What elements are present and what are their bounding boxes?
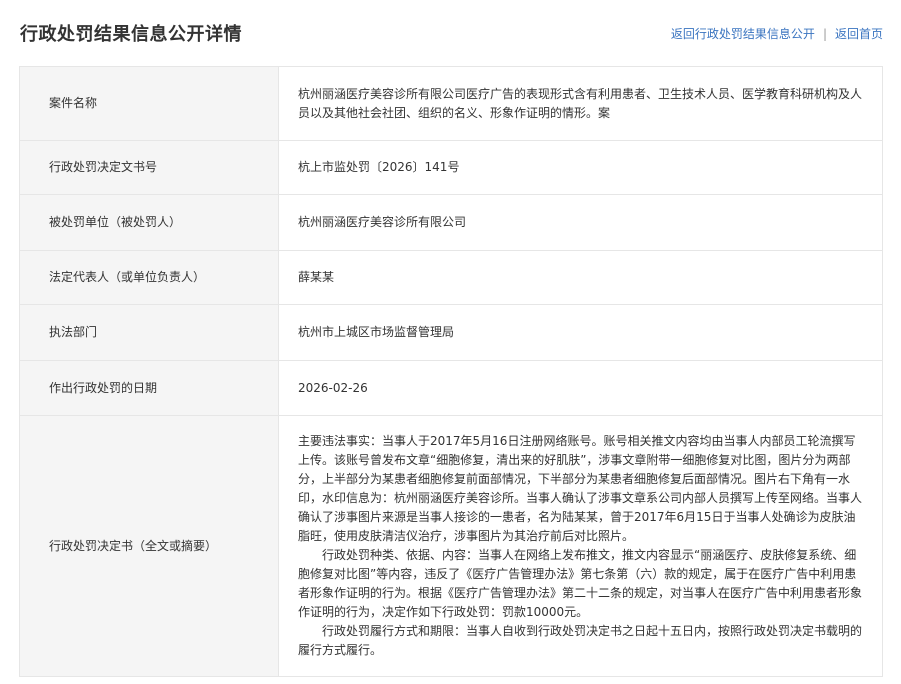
party-value: 杭州丽涵医疗美容诊所有限公司 (278, 194, 883, 251)
decision-text-value: 主要违法事实：当事人于2017年5月16日注册网络账号。账号相关推文内容均由当事… (278, 415, 883, 677)
decision-execution-paragraph: 行政处罚履行方式和期限：当事人自收到行政处罚决定书之日起十五日内，按照行政处罚决… (298, 624, 863, 657)
header-links: 返回行政处罚结果信息公开 | 返回首页 (671, 25, 883, 42)
back-home-link[interactable]: 返回首页 (835, 25, 883, 42)
decision-no-label: 行政处罚决定文书号 (19, 140, 279, 195)
decision-text-label: 行政处罚决定书（全文或摘要） (19, 415, 279, 677)
table-row-legal-rep: 法定代表人（或单位负责人） 薛某某 (19, 250, 883, 305)
page-header: 行政处罚结果信息公开详情 返回行政处罚结果信息公开 | 返回首页 (0, 0, 901, 66)
table-row-party: 被处罚单位（被处罚人） 杭州丽涵医疗美容诊所有限公司 (19, 194, 883, 251)
link-separator: | (822, 26, 827, 41)
decision-facts-paragraph: 主要违法事实：当事人于2017年5月16日注册网络账号。账号相关推文内容均由当事… (298, 434, 863, 543)
case-name-value: 杭州丽涵医疗美容诊所有限公司医疗广告的表现形式含有利用患者、卫生技术人员、医学教… (278, 66, 883, 141)
table-row-decision-no: 行政处罚决定文书号 杭上市监处罚〔2026〕141号 (19, 140, 883, 195)
party-label: 被处罚单位（被处罚人） (19, 194, 279, 251)
legal-rep-label: 法定代表人（或单位负责人） (19, 250, 279, 305)
penalty-info-table: 案件名称 杭州丽涵医疗美容诊所有限公司医疗广告的表现形式含有利用患者、卫生技术人… (19, 66, 883, 677)
department-value: 杭州市上城区市场监督管理局 (278, 304, 883, 361)
decision-date-label: 作出行政处罚的日期 (19, 360, 279, 416)
back-to-list-link[interactable]: 返回行政处罚结果信息公开 (671, 25, 815, 42)
decision-basis-paragraph: 行政处罚种类、依据、内容：当事人在网络上发布推文，推文内容显示“丽涵医疗、皮肤修… (298, 548, 863, 619)
department-label: 执法部门 (19, 304, 279, 361)
table-row-case-name: 案件名称 杭州丽涵医疗美容诊所有限公司医疗广告的表现形式含有利用患者、卫生技术人… (19, 66, 883, 141)
decision-no-value: 杭上市监处罚〔2026〕141号 (278, 140, 883, 195)
decision-date-value: 2026-02-26 (278, 360, 883, 416)
table-row-decision-date: 作出行政处罚的日期 2026-02-26 (19, 360, 883, 416)
table-row-department: 执法部门 杭州市上城区市场监督管理局 (19, 304, 883, 361)
table-row-decision-text: 行政处罚决定书（全文或摘要） 主要违法事实：当事人于2017年5月16日注册网络… (19, 415, 883, 677)
case-name-label: 案件名称 (19, 66, 279, 141)
legal-rep-value: 薛某某 (278, 250, 883, 305)
page-title: 行政处罚结果信息公开详情 (20, 24, 242, 45)
